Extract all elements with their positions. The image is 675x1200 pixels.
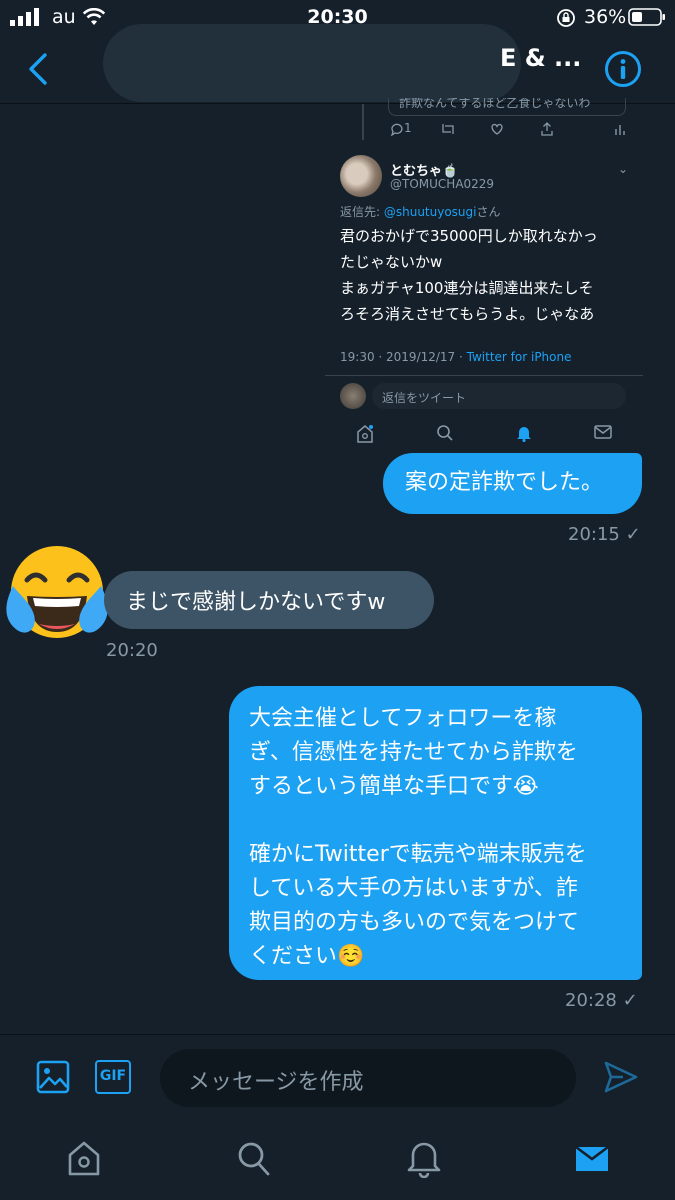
battery-icon (628, 8, 665, 26)
message-paragraph: 大会主催としてフォロワーを稼 ぎ、信憑性を持たせてから詐欺を するという簡単な手… (249, 706, 578, 799)
reply-to-line: 返信先: @shuutuyosugiさん (340, 205, 501, 219)
rotation-lock-icon (557, 9, 575, 27)
thread-line (362, 104, 364, 140)
redacted-title (103, 24, 521, 102)
message-paragraph: 確かにTwitterで転売や端末販売を している大手の方はいますが、詐 欺目的の… (249, 842, 587, 969)
image-icon[interactable] (36, 1060, 70, 1094)
like-icon (491, 123, 503, 135)
divider (325, 375, 643, 376)
search-icon[interactable] (236, 1140, 272, 1178)
retweet-icon (442, 124, 454, 134)
mail-icon[interactable] (574, 1144, 610, 1174)
incoming-message[interactable]: まじで感謝しかないですw (104, 571, 434, 629)
analytics-icon (615, 125, 625, 135)
face-with-tears-of-joy-icon[interactable] (3, 540, 111, 648)
bell-icon (517, 427, 531, 442)
sent-check-icon: ✓ (622, 990, 638, 1011)
search-icon (437, 425, 453, 441)
home-icon[interactable] (66, 1140, 102, 1178)
tweet-author-handle: @TOMUCHA0229 (390, 177, 495, 191)
reply-mention: @shuutuyosugi (383, 205, 477, 219)
battery-percent: 36% (584, 6, 627, 28)
reply-icon (391, 123, 403, 136)
tweet-author-avatar (340, 155, 382, 197)
home-icon (357, 425, 373, 443)
bell-icon[interactable] (406, 1138, 442, 1178)
message-timestamp: 20:28 ✓ (565, 990, 638, 1011)
chevron-down-icon: ⌄ (618, 162, 629, 176)
message-timestamp: 20:15 ✓ (568, 524, 641, 545)
gif-button[interactable]: GIF (95, 1060, 131, 1094)
mail-icon (594, 425, 612, 439)
quoted-tweet-text: 詐欺なんてするほど乙食じゃないわ (388, 98, 626, 116)
message-timestamp: 20:20 (106, 640, 158, 661)
reply-tweet-input: 返信をツイート (372, 383, 626, 409)
tweet-timestamp: 19:30 · 2019/12/17 · Twitter for iPhone (340, 350, 572, 364)
reply-count: 1 (404, 121, 412, 135)
sent-check-icon: ✓ (625, 524, 641, 545)
info-icon[interactable] (604, 50, 642, 88)
back-chevron-icon[interactable] (26, 52, 50, 86)
avatar (340, 383, 366, 409)
message-input[interactable]: メッセージを作成 (160, 1049, 576, 1107)
conversation-title[interactable]: E & ... (500, 44, 581, 72)
outgoing-message[interactable]: 案の定詐欺でした。 (383, 453, 642, 514)
send-icon[interactable] (603, 1060, 639, 1094)
share-icon (541, 122, 553, 136)
tweet-body: 君のおかげで35000円しか取れなかっ たじゃないかw まぁガチャ100連分は調… (340, 227, 598, 323)
outgoing-message[interactable]: 大会主催としてフォロワーを稼 ぎ、信憑性を持たせてから詐欺を するという簡単な手… (229, 686, 642, 980)
